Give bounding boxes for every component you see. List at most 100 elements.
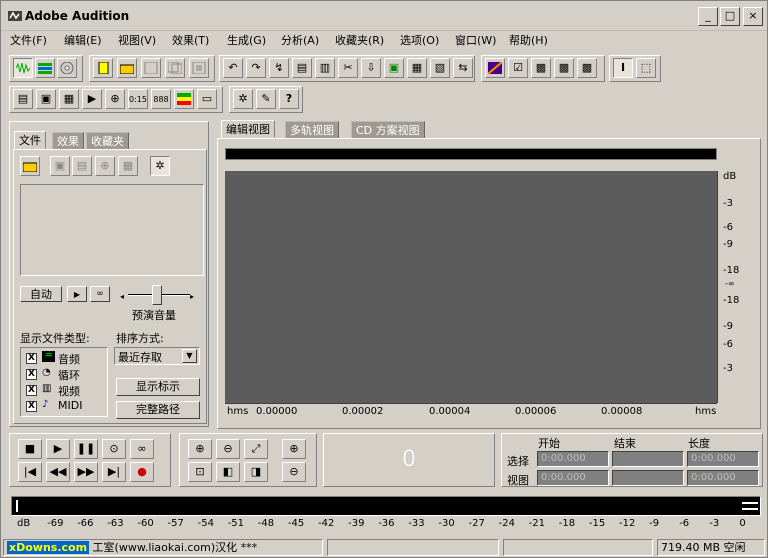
edit-file-button[interactable]: ▦ xyxy=(118,156,138,176)
properties-button[interactable]: ▩ xyxy=(577,58,597,78)
rewind-button[interactable]: ◀◀ xyxy=(46,462,70,482)
tab-cd-view[interactable]: CD 方案视图 xyxy=(351,121,425,139)
zoom-right-button[interactable]: ◨ xyxy=(244,462,268,482)
save-all-button[interactable] xyxy=(165,58,185,78)
record-button[interactable]: ● xyxy=(130,462,154,482)
paste-new-button[interactable]: ▣ xyxy=(384,58,404,78)
stop-button[interactable]: ■ xyxy=(18,439,42,459)
redo-button[interactable]: ↷ xyxy=(246,58,266,78)
loop-play-button[interactable]: ∞ xyxy=(130,439,154,459)
zoom-window-button[interactable]: ⊕ xyxy=(105,89,125,109)
zoom-full-button[interactable]: ⤢ xyxy=(244,439,268,459)
checkbox-loop[interactable]: X xyxy=(26,369,37,380)
menu-effects[interactable]: 效果(T) xyxy=(172,33,209,49)
file-list[interactable] xyxy=(20,184,204,276)
zoom-in-button[interactable]: ⊕ xyxy=(188,439,212,459)
copy-new-button[interactable]: ▥ xyxy=(315,58,335,78)
chevron-down-icon[interactable]: ▼ xyxy=(182,349,197,363)
import-button[interactable]: ▣ xyxy=(50,156,70,176)
title-bar[interactable]: Adobe Audition _ □ × xyxy=(1,1,767,31)
waveform-display[interactable] xyxy=(225,171,717,403)
copy-button[interactable]: ▤ xyxy=(292,58,312,78)
cut-button[interactable]: ✂ xyxy=(338,58,358,78)
preview-volume-thumb[interactable] xyxy=(152,285,162,305)
menu-window[interactable]: 窗口(W) xyxy=(455,33,496,49)
status-bar-button[interactable]: ▭ xyxy=(197,89,217,109)
menu-edit[interactable]: 编辑(E) xyxy=(64,33,102,49)
zoom-out-vertical-button[interactable]: ⊖ xyxy=(282,462,306,482)
time-selection-tool[interactable]: I xyxy=(613,58,633,78)
play-to-end-button[interactable]: ⊙ xyxy=(102,439,126,459)
save-button[interactable] xyxy=(141,58,161,78)
spectral-view-button[interactable] xyxy=(485,58,505,78)
tab-files[interactable]: 文件 xyxy=(14,131,46,149)
help-button[interactable]: ? xyxy=(279,89,299,109)
marquee-tool[interactable]: ⬚ xyxy=(636,58,656,78)
play-button[interactable]: ▶ xyxy=(46,439,70,459)
menu-view[interactable]: 视图(V) xyxy=(118,33,156,49)
preview-loop-button[interactable]: ∞ xyxy=(90,286,110,302)
snap-button[interactable]: ☑ xyxy=(508,58,528,78)
convert-button[interactable]: ⇆ xyxy=(453,58,473,78)
transport-window-button[interactable]: ▶ xyxy=(82,89,102,109)
sort-select[interactable]: 最近存取 ▼ xyxy=(114,347,200,365)
menu-generate[interactable]: 生成(G) xyxy=(227,33,266,49)
minimize-button[interactable]: _ xyxy=(698,7,718,26)
menu-options[interactable]: 选项(O) xyxy=(400,33,439,49)
zoom-out-button[interactable]: ⊖ xyxy=(216,439,240,459)
open-file-button[interactable] xyxy=(117,58,137,78)
zoom-selection-button[interactable]: ⊡ xyxy=(188,462,212,482)
zoom-left-button[interactable]: ◧ xyxy=(216,462,240,482)
selection-length-field[interactable]: 0:00.000 xyxy=(687,451,759,467)
time-window-button[interactable]: 0:15 xyxy=(128,89,148,109)
tab-effects[interactable]: 效果 xyxy=(52,132,84,150)
menu-help[interactable]: 帮助(H) xyxy=(509,33,548,49)
insert-button[interactable]: ⊕ xyxy=(95,156,115,176)
selection-window-button[interactable]: 888 xyxy=(151,89,171,109)
mixer-window-button[interactable]: ▦ xyxy=(59,89,79,109)
view-length-field[interactable]: 0:00.000 xyxy=(687,470,759,486)
menu-analyze[interactable]: 分析(A) xyxy=(281,33,319,49)
organizer-window-button[interactable]: ▤ xyxy=(13,89,33,109)
checkbox-midi[interactable]: X xyxy=(26,401,37,412)
tab-favorites[interactable]: 收藏夹 xyxy=(86,132,129,150)
menu-file[interactable]: 文件(F) xyxy=(10,33,47,49)
undo-button[interactable]: ↶ xyxy=(223,58,243,78)
close-button[interactable]: × xyxy=(743,7,763,26)
effects-favorites-button[interactable]: ✲ xyxy=(233,89,253,109)
selection-begin-field[interactable]: 0:00.000 xyxy=(537,451,609,467)
trim-button[interactable]: ▧ xyxy=(430,58,450,78)
new-file-button[interactable] xyxy=(93,58,113,78)
show-hint-button[interactable]: 显示标示 xyxy=(116,378,200,396)
menu-favorites[interactable]: 收藏夹(R) xyxy=(335,33,384,49)
maximize-button[interactable]: □ xyxy=(720,7,740,26)
multitrack-view-button[interactable] xyxy=(35,58,55,78)
scripts-button[interactable]: ✎ xyxy=(256,89,276,109)
info-button[interactable]: ▩ xyxy=(554,58,574,78)
pause-button[interactable]: ❚❚ xyxy=(74,439,98,459)
preview-play-button[interactable]: ▶ xyxy=(67,286,87,302)
show-effects-button[interactable]: ✲ xyxy=(150,156,170,176)
view-end-field[interactable] xyxy=(612,470,684,486)
fast-forward-button[interactable]: ▶▶ xyxy=(74,462,98,482)
full-path-button[interactable]: 完整路径 xyxy=(116,401,200,419)
paste-button[interactable]: ⇩ xyxy=(361,58,381,78)
tab-edit-view[interactable]: 编辑视图 xyxy=(221,120,275,138)
marker-button[interactable]: ▩ xyxy=(531,58,551,78)
repeat-button[interactable]: ↯ xyxy=(269,58,289,78)
view-begin-field[interactable]: 0:00.000 xyxy=(537,470,609,486)
session-window-button[interactable]: ▣ xyxy=(36,89,56,109)
zoom-in-vertical-button[interactable]: ⊕ xyxy=(282,439,306,459)
save-selection-button[interactable] xyxy=(189,58,209,78)
checkbox-video[interactable]: X xyxy=(26,385,37,396)
mix-paste-button[interactable]: ▦ xyxy=(407,58,427,78)
overview-bar[interactable] xyxy=(225,148,717,160)
level-meter-button[interactable] xyxy=(174,89,194,109)
tab-multitrack-view[interactable]: 多轨视图 xyxy=(285,121,339,139)
go-to-end-button[interactable]: ▶| xyxy=(102,462,126,482)
open-file-organizer-button[interactable] xyxy=(20,156,40,176)
selection-end-field[interactable] xyxy=(612,451,684,467)
checkbox-audio[interactable]: X xyxy=(26,353,37,364)
cd-view-button[interactable] xyxy=(57,58,77,78)
go-to-start-button[interactable]: |◀ xyxy=(18,462,42,482)
